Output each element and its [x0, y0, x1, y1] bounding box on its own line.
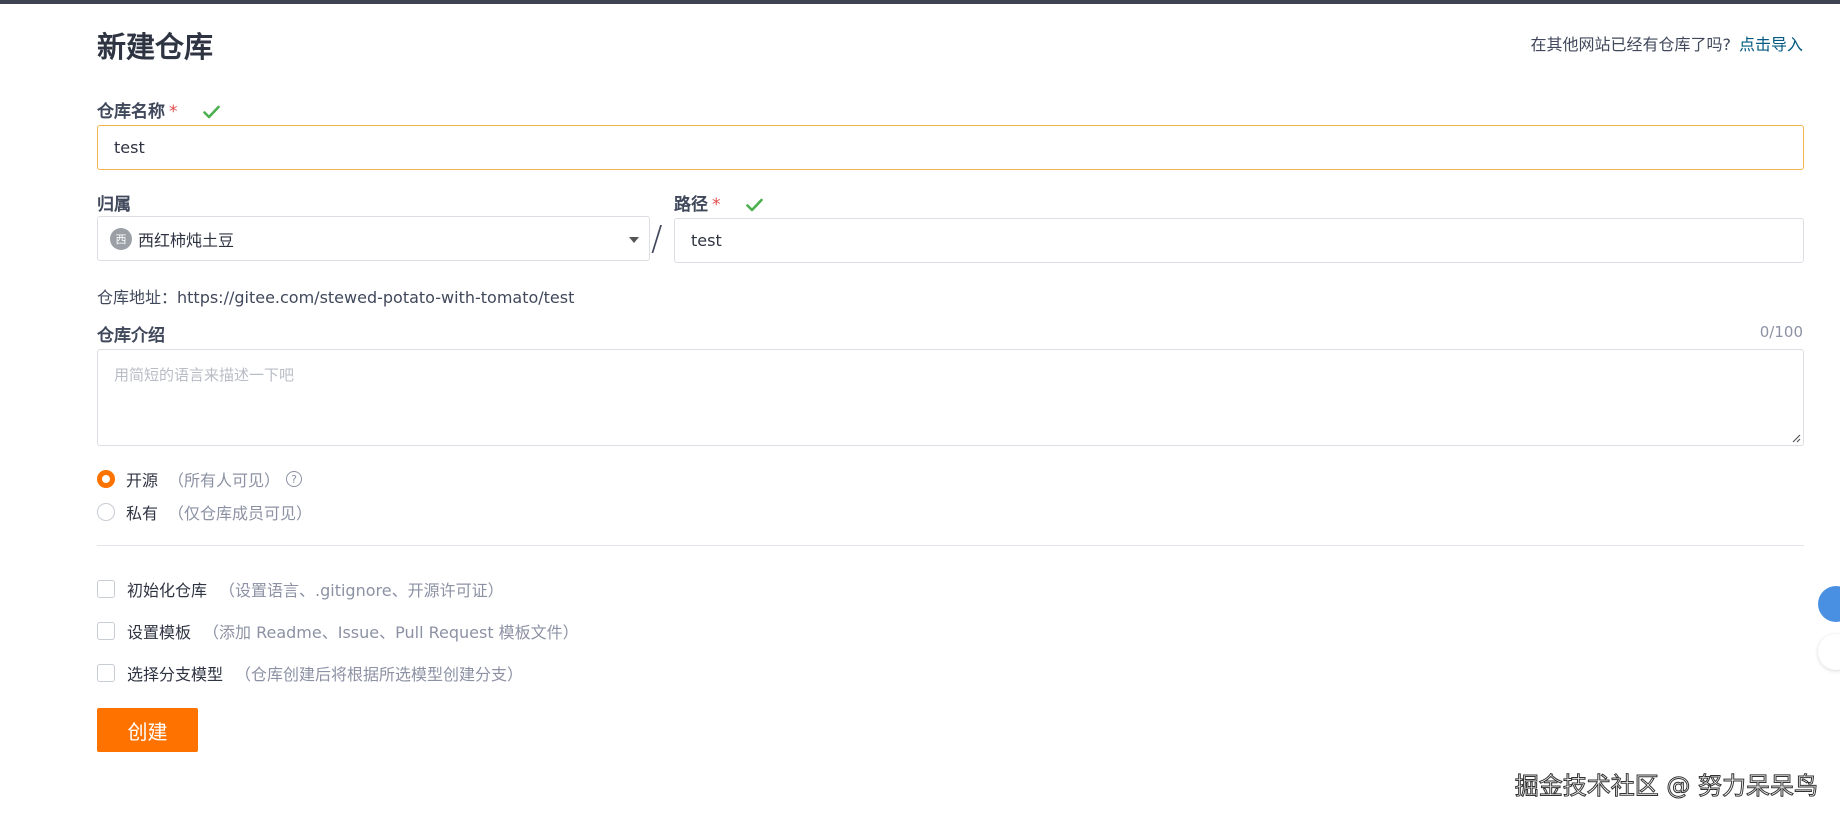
repo-name-label: 仓库名称 * [97, 97, 221, 122]
watermark: 掘金技术社区 @ 努力呆呆鸟 [1514, 772, 1818, 801]
create-button[interactable]: 创建 [97, 708, 198, 752]
option-init-repo-label: 初始化仓库 [127, 581, 208, 600]
check-icon [203, 105, 221, 119]
radio-public[interactable] [97, 470, 115, 488]
visibility-public[interactable]: 开源 （所有人可见） ? [97, 467, 303, 491]
page-title: 新建仓库 [97, 30, 214, 64]
option-template[interactable]: 设置模板 （添加 Readme、Issue、Pull Request 模板文件） [97, 619, 579, 643]
checkbox-template[interactable] [97, 622, 115, 640]
path-input[interactable]: test [674, 218, 1804, 263]
check-icon [746, 198, 764, 212]
option-branch-model-label: 选择分支模型 [127, 665, 224, 684]
repo-name-label-text: 仓库名称 [97, 102, 165, 122]
radio-private[interactable] [97, 503, 115, 521]
import-prompt: 在其他网站已经有仓库了吗? 点击导入 [1530, 31, 1803, 55]
floating-action-button[interactable] [1818, 586, 1840, 622]
path-label-text: 路径 [674, 195, 708, 215]
owner-select[interactable]: 西 西红柿炖土豆 [97, 216, 650, 261]
import-prompt-text: 在其他网站已经有仓库了吗? [1530, 35, 1731, 54]
path-label: 路径 * [674, 190, 764, 215]
owner-label: 归属 [97, 195, 131, 215]
top-bar [0, 0, 1840, 4]
visibility-private-hint: （仅仓库成员可见） [168, 504, 313, 523]
required-mark: * [712, 195, 721, 215]
checkbox-init-repo[interactable] [97, 580, 115, 598]
description-counter: 0/100 [1759, 323, 1803, 341]
avatar: 西 [110, 227, 132, 250]
option-init-repo-hint: （设置语言、.gitignore、开源许可证） [219, 581, 504, 600]
description-textarea[interactable]: 用简短的语言来描述一下吧 [97, 349, 1804, 446]
option-branch-model[interactable]: 选择分支模型 （仓库创建后将根据所选模型创建分支） [97, 661, 523, 685]
checkbox-branch-model[interactable] [97, 664, 115, 682]
repo-name-value: test [114, 138, 145, 157]
description-label: 仓库介绍 [97, 326, 165, 346]
visibility-public-label: 开源 [126, 471, 159, 490]
repo-name-input[interactable]: test [97, 125, 1804, 170]
divider [97, 545, 1804, 546]
option-template-label: 设置模板 [127, 623, 192, 642]
repo-address: 仓库地址：https://gitee.com/stewed-potato-wit… [97, 288, 575, 307]
required-mark: * [169, 102, 178, 122]
path-separator: / [651, 219, 663, 259]
resize-handle-icon[interactable] [1791, 433, 1801, 443]
floating-secondary-button[interactable] [1818, 634, 1840, 670]
description-placeholder: 用简短的语言来描述一下吧 [114, 366, 295, 384]
chevron-down-icon [629, 237, 639, 243]
visibility-public-hint: （所有人可见） [168, 471, 281, 490]
option-branch-model-hint: （仓库创建后将根据所选模型创建分支） [235, 665, 524, 684]
import-link[interactable]: 点击导入 [1739, 35, 1803, 54]
visibility-private-label: 私有 [126, 504, 159, 523]
option-template-hint: （添加 Readme、Issue、Pull Request 模板文件） [203, 623, 579, 642]
help-icon[interactable]: ? [286, 471, 303, 487]
option-init-repo[interactable]: 初始化仓库 （设置语言、.gitignore、开源许可证） [97, 577, 504, 601]
path-value: test [691, 231, 722, 250]
visibility-private[interactable]: 私有 （仅仓库成员可见） [97, 500, 312, 524]
owner-selected: 西红柿炖土豆 [138, 230, 235, 250]
